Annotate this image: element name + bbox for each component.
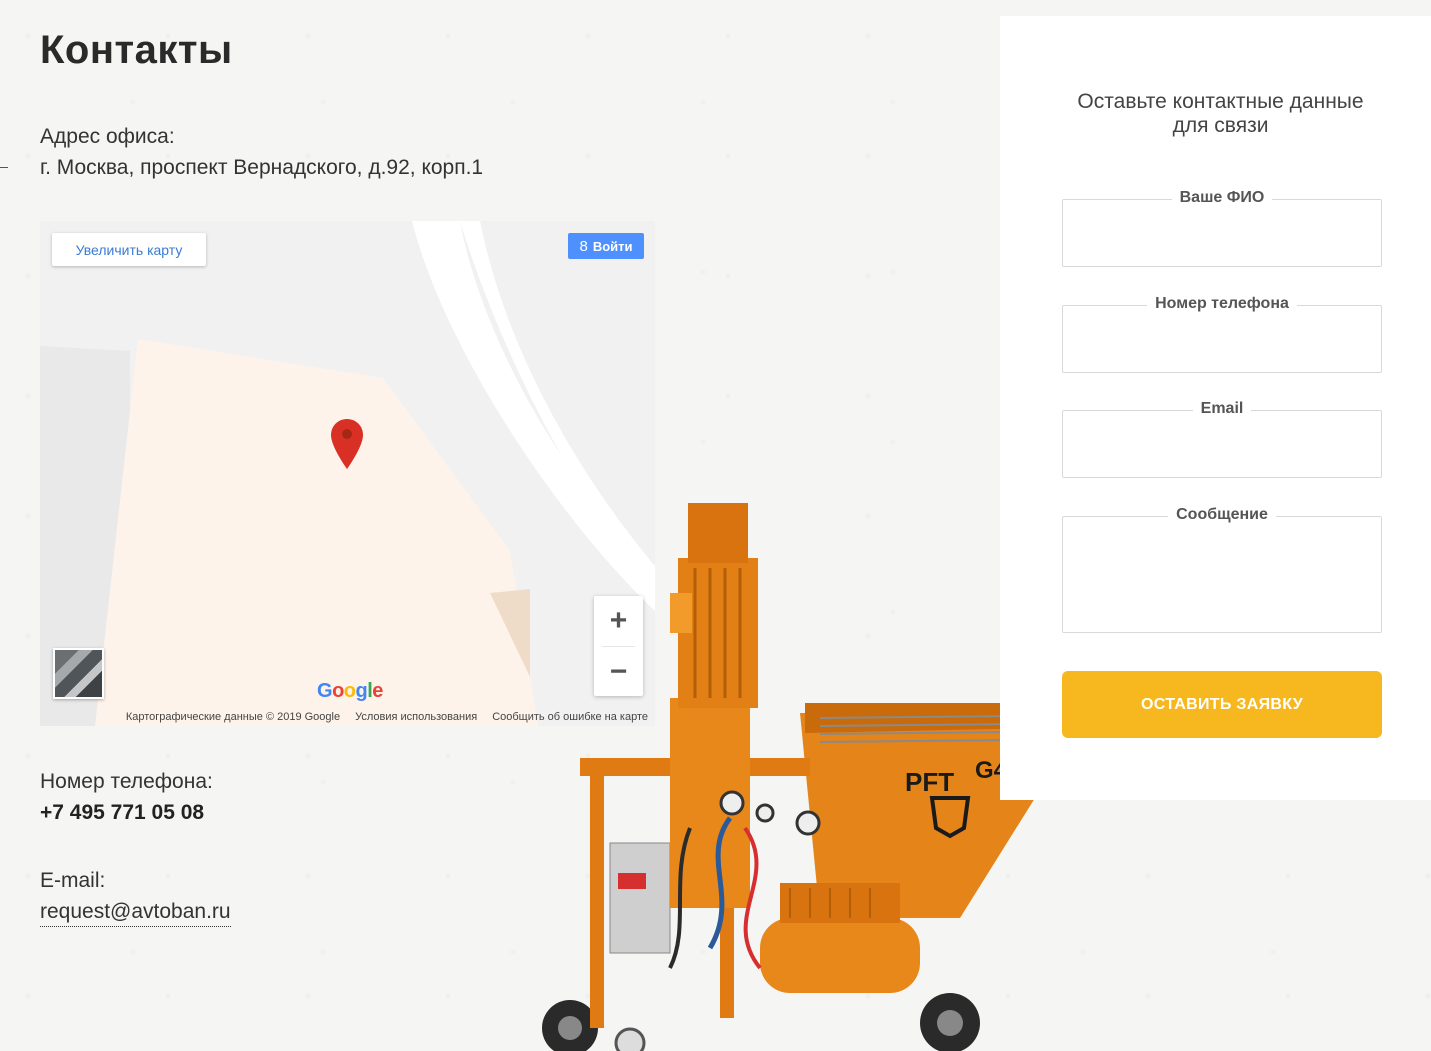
- phone-field-label: Номер телефона: [1063, 295, 1381, 313]
- email-field[interactable]: Email: [1062, 400, 1382, 478]
- google-logo: Google: [317, 680, 383, 702]
- enlarge-map-button[interactable]: Увеличить карту: [52, 233, 206, 266]
- machine-brand-text: PFT: [905, 767, 954, 797]
- signin-label: Войти: [592, 238, 633, 254]
- map-data-attribution: Картографические данные © 2019 Google: [125, 710, 341, 723]
- email-link[interactable]: request@avtoban.ru: [40, 900, 231, 927]
- phone-value[interactable]: +7 495 771 05 08: [40, 801, 204, 825]
- terms-link[interactable]: Условия использования: [355, 711, 477, 723]
- page-title: Контакты: [40, 28, 233, 72]
- message-field[interactable]: Сообщение: [1062, 506, 1382, 633]
- plastering-machine-image: PFT G4: [542, 503, 1055, 1051]
- google-plus-icon: 8: [579, 237, 588, 255]
- contacts-page: Контакты Адрес офиса: г. Москва, проспек…: [0, 0, 1431, 1051]
- name-field[interactable]: Ваше ФИО: [1062, 189, 1382, 267]
- contact-form: Оставьте контактные данные для связи Ваш…: [1000, 16, 1431, 800]
- form-title-line: Оставьте контактные данные: [1077, 90, 1364, 113]
- signin-button[interactable]: 8 Войти: [568, 233, 644, 259]
- name-field-label: Ваше ФИО: [1063, 189, 1381, 207]
- form-title: Оставьте контактные данные для связи: [1000, 90, 1431, 138]
- email-field-label: Email: [1063, 400, 1381, 418]
- submit-button[interactable]: ОСТАВИТЬ ЗАЯВКУ: [1062, 671, 1382, 738]
- divider: [0, 167, 8, 168]
- message-field-label: Сообщение: [1063, 506, 1381, 524]
- satellite-toggle[interactable]: [53, 648, 104, 699]
- email-label: E-mail:: [40, 869, 106, 892]
- address-value: г. Москва, проспект Вернадского, д.92, к…: [40, 156, 484, 179]
- phone-label: Номер телефона:: [40, 770, 213, 793]
- address-label: Адрес офиса:: [40, 125, 175, 148]
- phone-field[interactable]: Номер телефона: [1062, 295, 1382, 373]
- form-title-line: для связи: [1172, 114, 1269, 137]
